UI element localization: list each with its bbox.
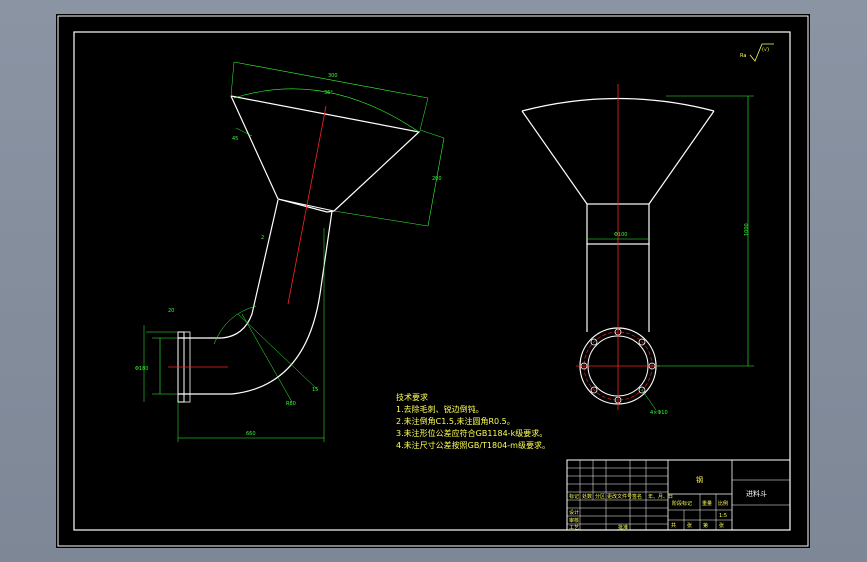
cad-drawing: Ra (√) 300 36° 200 45 2 R80 15 Φ180 20 6… (57, 15, 809, 547)
tb-approve: 批准 (618, 524, 628, 531)
dim-chamfer: 45 (232, 136, 238, 142)
dim-pipe-note: 2 (261, 235, 264, 241)
tb-sheet-num: 第 (703, 522, 708, 529)
left-view: 300 36° 200 45 2 R80 15 Φ180 20 660 (135, 61, 445, 442)
surface-finish-symbol: Ra (√) (740, 43, 774, 62)
dim-neck-width: Φ100 (614, 232, 627, 238)
inner-frame (73, 31, 791, 531)
tb-part-name: 进料斗 (746, 489, 767, 498)
tech-req-item: 1.去除毛刺、锐边倒钝。 (396, 404, 484, 414)
tb-col-sign: 签名 (632, 493, 642, 500)
dim-flange-dia: Φ180 (135, 366, 148, 372)
tb-label-review: 审核 (569, 517, 579, 524)
tb-col-zone: 分区 (595, 493, 605, 500)
tb-label-process: 工艺 (569, 525, 579, 531)
drawing-sheet: Ra (√) 300 36° 200 45 2 R80 15 Φ180 20 6… (56, 14, 810, 548)
tb-stage: 阶段标记 (672, 500, 692, 507)
tb-sheet-unit: 张 (687, 522, 692, 529)
dim-funnel-angle: 36° (324, 90, 333, 96)
tb-sheet-total: 共 (671, 522, 676, 529)
title-block: 钢 进料斗 1:5 标记 设计 审核 工艺 处数 分区 更改文件号 签名 年、月… (566, 459, 791, 531)
dim-flange-height: 20 (168, 308, 174, 314)
tb-col-count: 处数 (582, 493, 592, 500)
outer-frame (57, 15, 809, 547)
tb-sheet-unit2: 张 (719, 522, 724, 529)
tech-req-item: 2.未注倒角C1.5,未注圆角R0.5。 (396, 416, 515, 426)
dim-bend-radius: R80 (286, 401, 296, 407)
dim-funnel-height: 200 (432, 176, 442, 182)
tech-requirements: 技术要求 1.去除毛刺、锐边倒钝。 2.未注倒角C1.5,未注圆角R0.5。 3… (396, 392, 550, 450)
funnel-outline (230, 95, 421, 213)
pipe-inner-wall (178, 199, 279, 339)
tb-ratio: 比例 (718, 500, 728, 507)
surface-finish-label: (√) (762, 47, 769, 53)
tb-col-file: 更改文件号 (607, 493, 632, 500)
dim-right-height: 1000 (744, 223, 750, 236)
tech-req-item: 4.未注尺寸公差按照GB/T1804-m级要求。 (396, 440, 550, 450)
dim-hole-note: 4×Φ10 (650, 410, 668, 416)
dim-flange-offset: 15 (312, 387, 318, 393)
tech-req-item: 3.未注形位公差应符合GB1184-k级要求。 (396, 428, 547, 438)
dim-overall-length: 660 (246, 431, 256, 437)
roughness-value: Ra (740, 53, 746, 59)
tb-weight: 重量 (702, 500, 712, 507)
tb-material: 钢 (696, 475, 703, 484)
tb-label-mark: 标记 (569, 493, 579, 500)
centerline-funnel (287, 105, 327, 305)
dim-funnel-width: 300 (328, 73, 338, 79)
tech-req-title: 技术要求 (396, 392, 428, 402)
tb-col-date: 年、月、日 (648, 493, 673, 500)
right-view: Φ100 1000 4×Φ10 (521, 84, 754, 416)
tb-scale: 1:5 (719, 513, 727, 519)
tb-label-design: 设计 (569, 509, 579, 516)
